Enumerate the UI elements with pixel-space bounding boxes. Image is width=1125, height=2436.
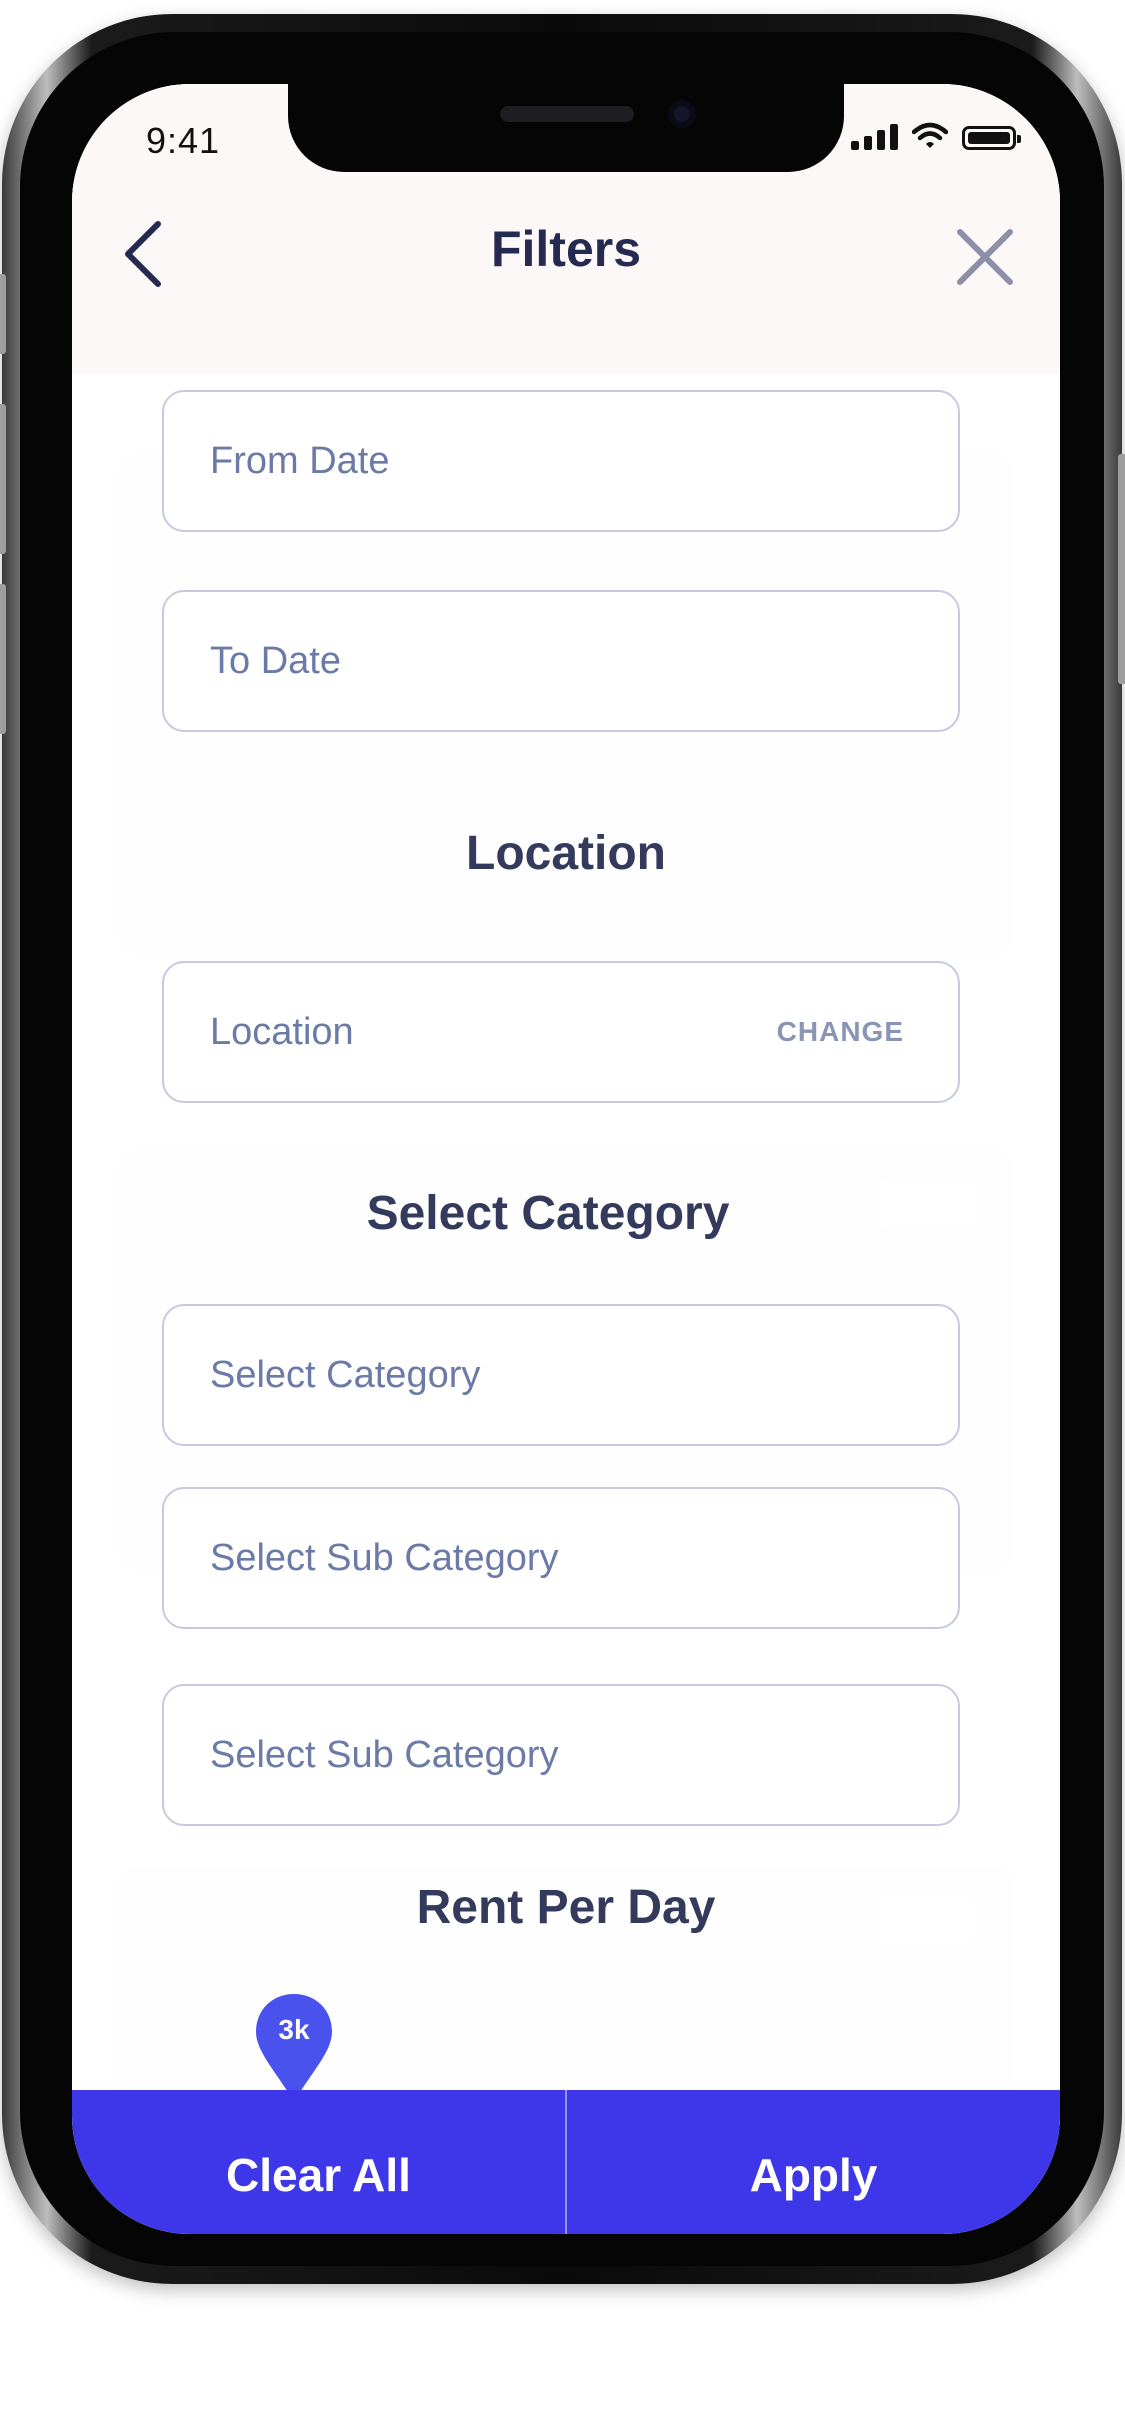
side-button — [1118, 454, 1125, 684]
bottom-action-bar: Clear All Apply — [72, 2090, 1060, 2234]
select-sub-category-field[interactable]: Select Sub Category — [162, 1684, 960, 1826]
side-button — [0, 274, 6, 354]
front-camera — [668, 100, 696, 128]
side-button — [0, 404, 6, 554]
to-date-placeholder: To Date — [210, 639, 341, 682]
apply-button[interactable]: Apply — [567, 2090, 1060, 2234]
from-date-placeholder: From Date — [210, 439, 390, 482]
side-button — [0, 584, 6, 734]
speaker — [500, 106, 634, 122]
notch — [288, 84, 844, 172]
battery-icon — [962, 126, 1021, 150]
location-section-title: Location — [466, 827, 666, 880]
location-field[interactable]: Location CHANGE — [162, 961, 960, 1103]
category-section-title: Select Category — [366, 1187, 730, 1240]
select-sub-category-placeholder: Select Sub Category — [210, 1733, 559, 1776]
wifi-icon — [912, 122, 948, 148]
close-button[interactable] — [950, 222, 1020, 292]
select-category-placeholder: Select Category — [210, 1353, 481, 1396]
close-icon — [957, 229, 1013, 285]
select-category-field[interactable]: Select Category — [162, 1304, 960, 1446]
location-placeholder: Location — [210, 1010, 354, 1053]
status-icons — [851, 122, 1021, 150]
status-time: 9:41 — [146, 120, 221, 161]
phone-frame: 9:41 Filters From Date To Date Location … — [0, 14, 1125, 2284]
change-location-button[interactable]: CHANGE — [777, 1016, 904, 1048]
from-date-field[interactable]: From Date — [162, 390, 960, 532]
screen: 9:41 Filters From Date To Date Location … — [72, 84, 1060, 2234]
rent-section-title: Rent Per Day — [416, 1881, 716, 1934]
select-sub-category-placeholder: Select Sub Category — [210, 1536, 559, 1579]
price-slider-value: 3k — [278, 2014, 310, 2045]
cellular-signal-icon — [851, 124, 898, 150]
to-date-field[interactable]: To Date — [162, 590, 960, 732]
select-sub-category-field[interactable]: Select Sub Category — [162, 1487, 960, 1629]
page-title: Filters — [490, 221, 642, 277]
clear-all-button[interactable]: Clear All — [72, 2090, 565, 2234]
